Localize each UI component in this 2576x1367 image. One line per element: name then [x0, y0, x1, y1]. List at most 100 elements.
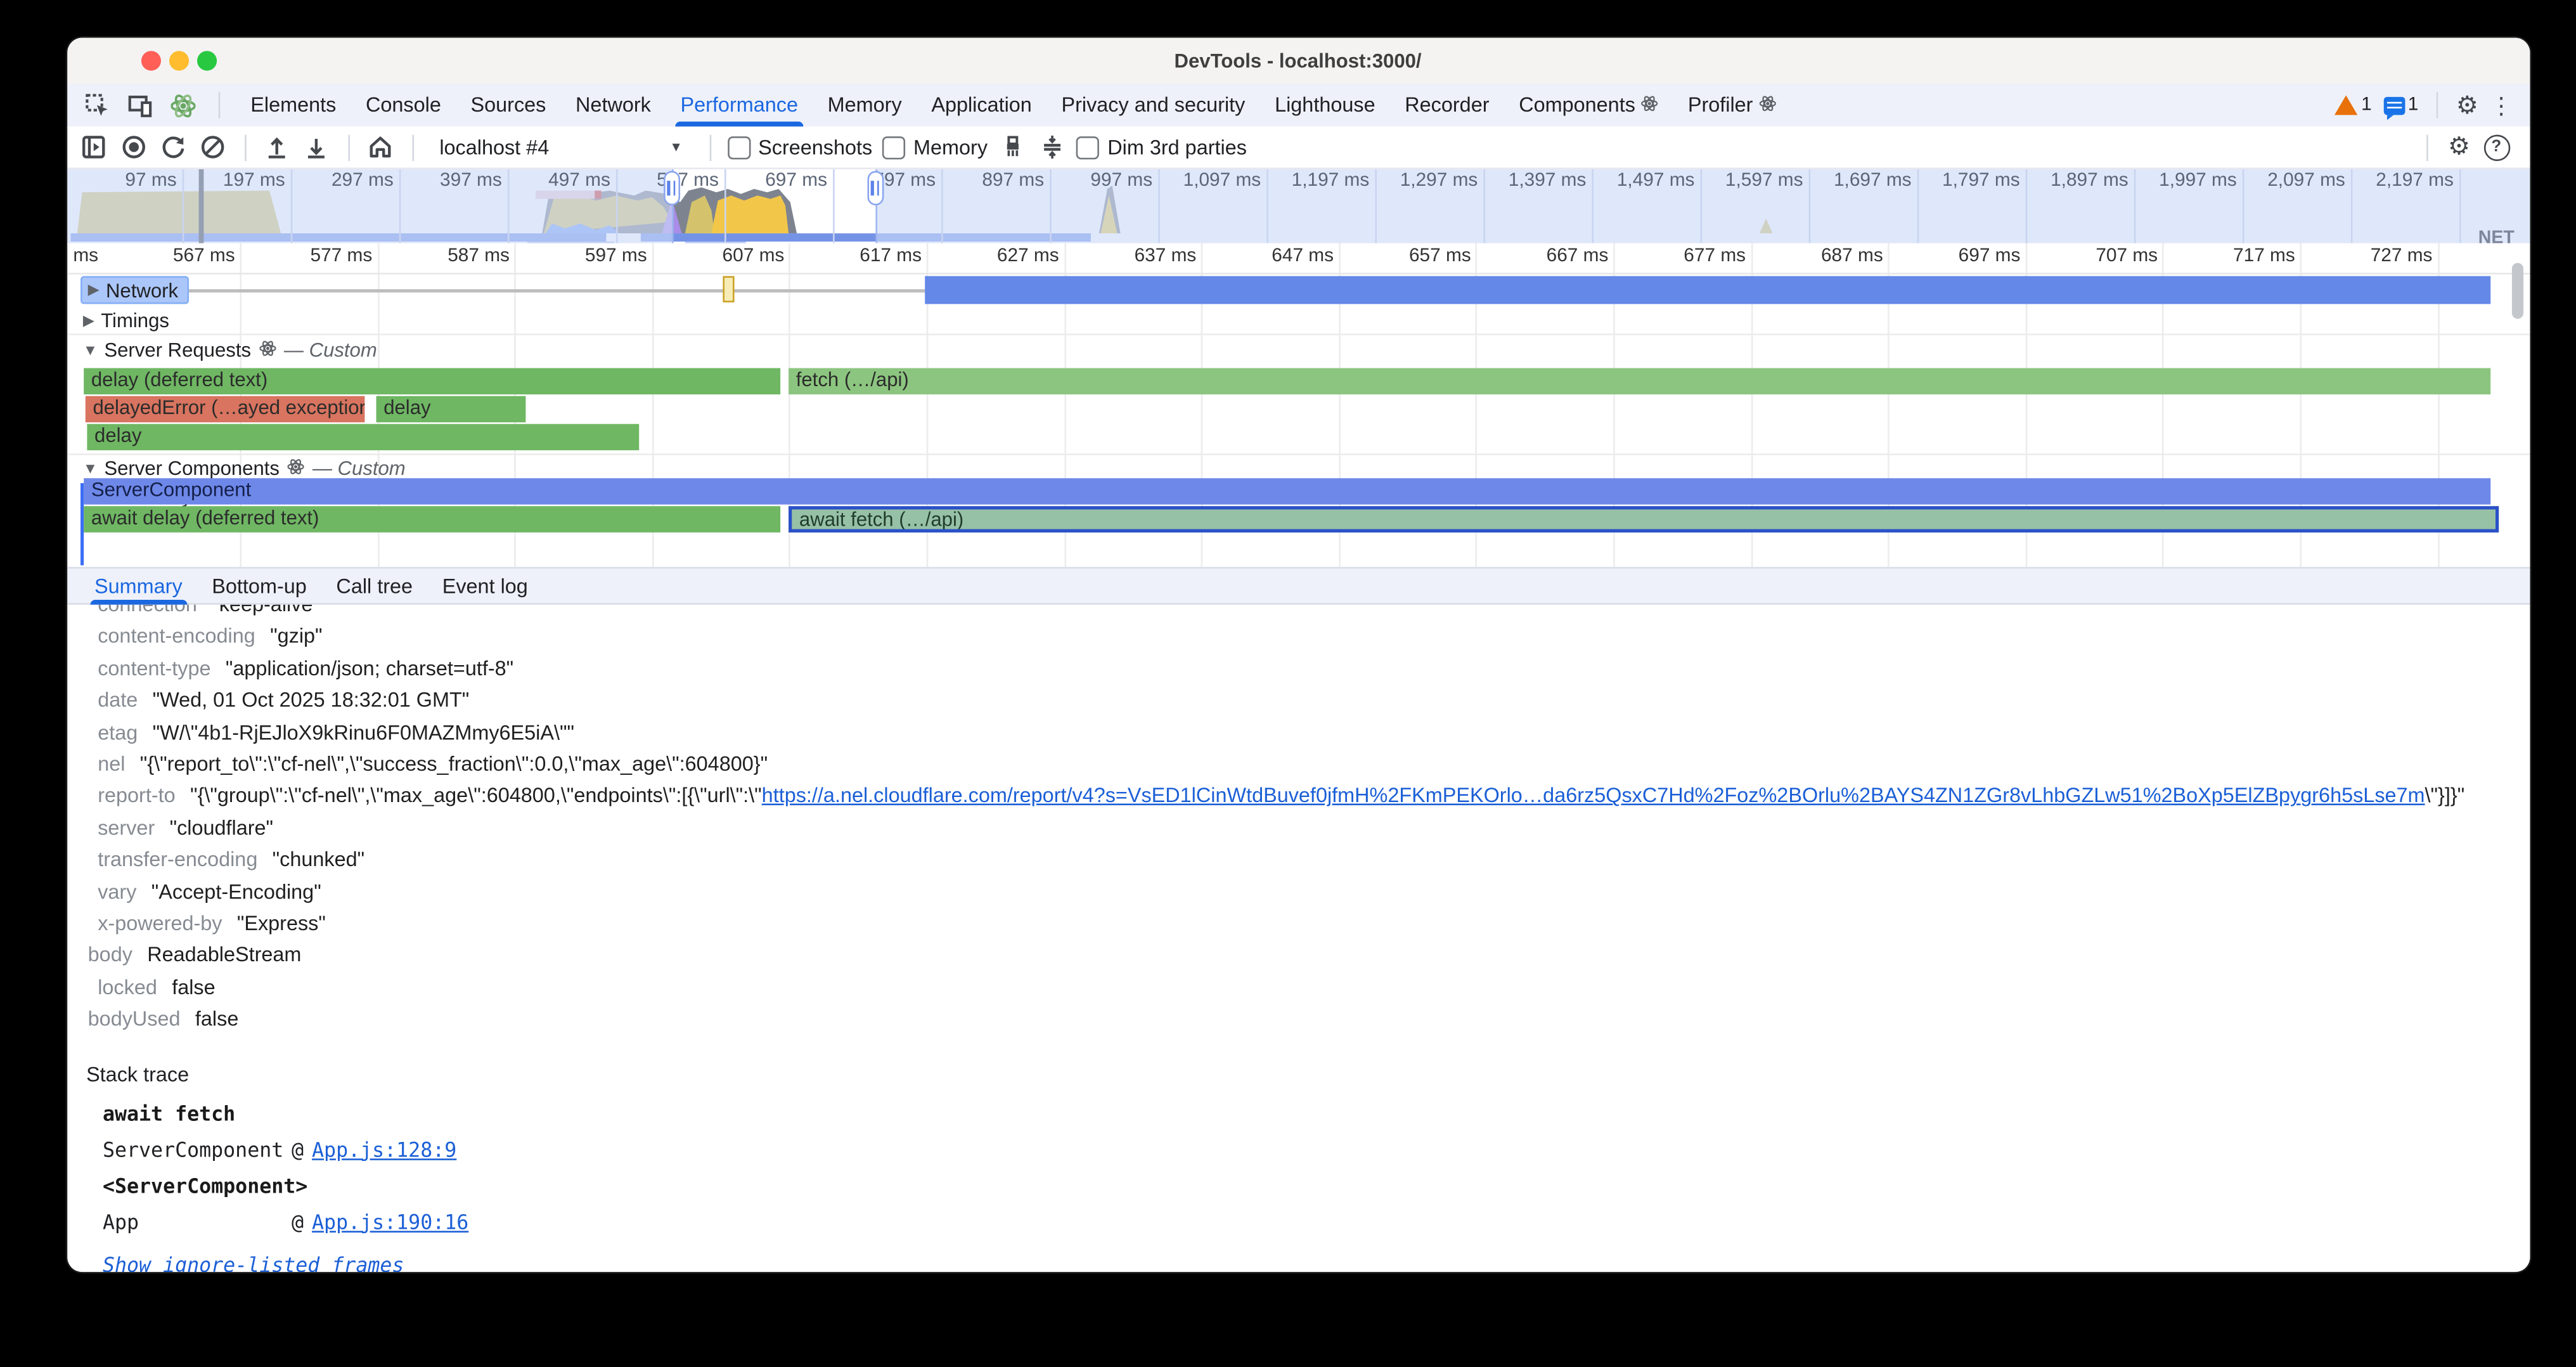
server-component-bar[interactable]: ServerComponent: [83, 478, 2490, 503]
property-value: "Accept-Encoding": [151, 880, 321, 903]
tab-call-tree[interactable]: Call tree: [321, 567, 427, 604]
network-request-bar[interactable]: [924, 276, 2490, 304]
tab-performance[interactable]: Performance: [666, 84, 813, 126]
performance-toolbar: localhost #4▼ Screenshots Memory Dim 3rd…: [67, 127, 2529, 169]
tab-console[interactable]: Console: [351, 84, 456, 126]
issues-badge[interactable]: 1: [2383, 95, 2418, 115]
overview-time-label: 497 ms: [508, 171, 610, 191]
device-toolbar-icon[interactable]: [126, 91, 155, 120]
tab-lighthouse[interactable]: Lighthouse: [1260, 84, 1390, 126]
tab-application[interactable]: Application: [917, 84, 1046, 126]
stack-group-label: <ServerComponent>: [103, 1174, 2529, 1197]
property-key: report-to: [98, 784, 175, 807]
property-row: content-type"application/json; charset=u…: [67, 654, 2529, 685]
selection-handle-left[interactable]: [663, 171, 679, 205]
server-requests-track-header[interactable]: ▼ Server Requests — Custom: [67, 337, 2529, 363]
capture-settings-gear-icon[interactable]: ⚙: [2448, 135, 2470, 160]
property-row: server "cloudflare": [67, 813, 2529, 845]
server-request-bar[interactable]: delayedError (…ayed exception): [84, 396, 364, 422]
property-row: bodyReadableStream: [67, 941, 2529, 973]
save-profile-icon[interactable]: [302, 133, 332, 162]
tab-network[interactable]: Network: [561, 84, 666, 126]
network-track[interactable]: ▶Network: [67, 275, 2529, 304]
dim-3rd-parties-checkbox[interactable]: Dim 3rd parties: [1076, 136, 1247, 159]
divider: [244, 134, 246, 160]
property-value: "cloudflare": [170, 817, 273, 839]
server-request-bar[interactable]: delay: [375, 396, 525, 422]
timings-track[interactable]: ▶Timings: [67, 308, 2529, 335]
react-devtools-icon: [169, 91, 198, 120]
property-row: nel"{\"report_to\":\"cf-nel\",\"success_…: [67, 749, 2529, 781]
overview-time-label: 697 ms: [725, 171, 827, 191]
window-title: DevTools - localhost:3000/: [67, 38, 2529, 84]
ruler-time-label: 657 ms: [1375, 247, 1471, 266]
tab-memory[interactable]: Memory: [813, 84, 917, 126]
more-options-icon[interactable]: ⋮: [2490, 94, 2513, 117]
inspect-element-icon[interactable]: [83, 91, 113, 120]
flamechart-area[interactable]: ms 567 ms577 ms587 ms597 ms607 ms617 ms6…: [67, 243, 2529, 567]
ruler-time-label: 707 ms: [2063, 247, 2158, 266]
collapse-sections-icon[interactable]: [1037, 133, 1067, 162]
server-request-bar[interactable]: delay (deferred text): [83, 368, 780, 394]
frame-source-link[interactable]: App.js:190:16: [312, 1210, 468, 1235]
server-components-track-header[interactable]: ▼ Server Components — Custom: [67, 453, 2529, 481]
home-icon[interactable]: [366, 133, 396, 162]
overview-time-label: 297 ms: [292, 171, 394, 191]
divider: [217, 92, 219, 118]
clear-icon[interactable]: [198, 133, 228, 162]
property-key: connection: [98, 605, 197, 616]
stack-frame: App@App.js:190:16: [103, 1210, 2529, 1235]
vertical-scrollbar-thumb[interactable]: [2511, 263, 2523, 319]
screenshots-checkbox[interactable]: Screenshots: [727, 136, 872, 159]
garbage-collect-icon[interactable]: [998, 133, 1027, 162]
tab-sources[interactable]: Sources: [456, 84, 561, 126]
record-icon[interactable]: [119, 133, 149, 162]
property-key: vary: [98, 880, 136, 903]
property-row: bodyUsedfalse: [67, 1004, 2529, 1036]
property-row: transfer-encoding"chunked": [67, 845, 2529, 877]
history-select[interactable]: localhost #4▼: [430, 136, 693, 159]
live-metrics-icon[interactable]: [80, 133, 110, 162]
ruler-time-label: 587 ms: [415, 247, 510, 266]
memory-checkbox[interactable]: Memory: [882, 136, 988, 159]
selected-component-bar[interactable]: await fetch (…/api): [788, 506, 2498, 531]
ruler-time-label: 567 ms: [139, 247, 235, 266]
tab-recorder[interactable]: Recorder: [1390, 84, 1504, 126]
property-row: etag"W/\"4b1-RjEJloX9kRinu6F0MAZMmy6E5iA…: [67, 718, 2529, 749]
frame-at: @: [292, 1210, 304, 1235]
divider: [2426, 134, 2428, 160]
property-value: "application/json; charset=utf-8": [226, 657, 513, 680]
overview-time-label: 897 ms: [942, 171, 1044, 191]
timeline-overview-minimap[interactable]: 97 ms197 ms297 ms397 ms497 ms597 ms697 m…: [67, 169, 2529, 245]
stack-trace-title: Stack trace: [86, 1063, 2529, 1085]
overview-time-label: 1,697 ms: [1810, 171, 1912, 191]
overview-time-label: 2,097 ms: [2243, 171, 2345, 191]
atom-icon: [1642, 84, 1658, 126]
selection-handle-right[interactable]: [866, 171, 883, 205]
server-request-bar[interactable]: fetch (…/api): [788, 368, 2490, 394]
frame-source-link[interactable]: App.js:128:9: [312, 1138, 456, 1163]
tab-profiler[interactable]: Profiler: [1673, 84, 1791, 126]
record-and-reload-icon[interactable]: [158, 133, 188, 162]
request-queue-marker[interactable]: [722, 276, 733, 302]
property-row: lockedfalse: [67, 973, 2529, 1004]
network-track-label[interactable]: ▶Network: [80, 276, 190, 304]
tab-elements[interactable]: Elements: [236, 84, 351, 126]
property-key: server: [98, 817, 155, 839]
net-lane-label: NET: [2478, 228, 2515, 245]
settings-gear-icon[interactable]: ⚙: [2456, 93, 2478, 117]
property-value: false: [172, 976, 215, 999]
property-key: x-powered-by: [98, 912, 222, 935]
warning-badge[interactable]: 1: [2335, 95, 2372, 115]
server-request-bar[interactable]: delay: [86, 424, 638, 450]
tab-event-log[interactable]: Event log: [427, 567, 543, 604]
tab-bottom-up[interactable]: Bottom-up: [197, 567, 321, 604]
help-icon[interactable]: ?: [2483, 134, 2509, 160]
tab-privacy-and-security[interactable]: Privacy and security: [1046, 84, 1260, 126]
show-ignore-listed-frames-link[interactable]: Show ignore-listed frames: [103, 1254, 404, 1271]
tab-components[interactable]: Components: [1504, 84, 1673, 126]
server-component-bar[interactable]: await delay (deferred text): [83, 506, 780, 531]
report-url-link[interactable]: https://a.nel.cloudflare.com/report/v4?s…: [762, 784, 2425, 807]
load-profile-icon[interactable]: [262, 133, 292, 162]
tab-summary[interactable]: Summary: [80, 567, 197, 604]
